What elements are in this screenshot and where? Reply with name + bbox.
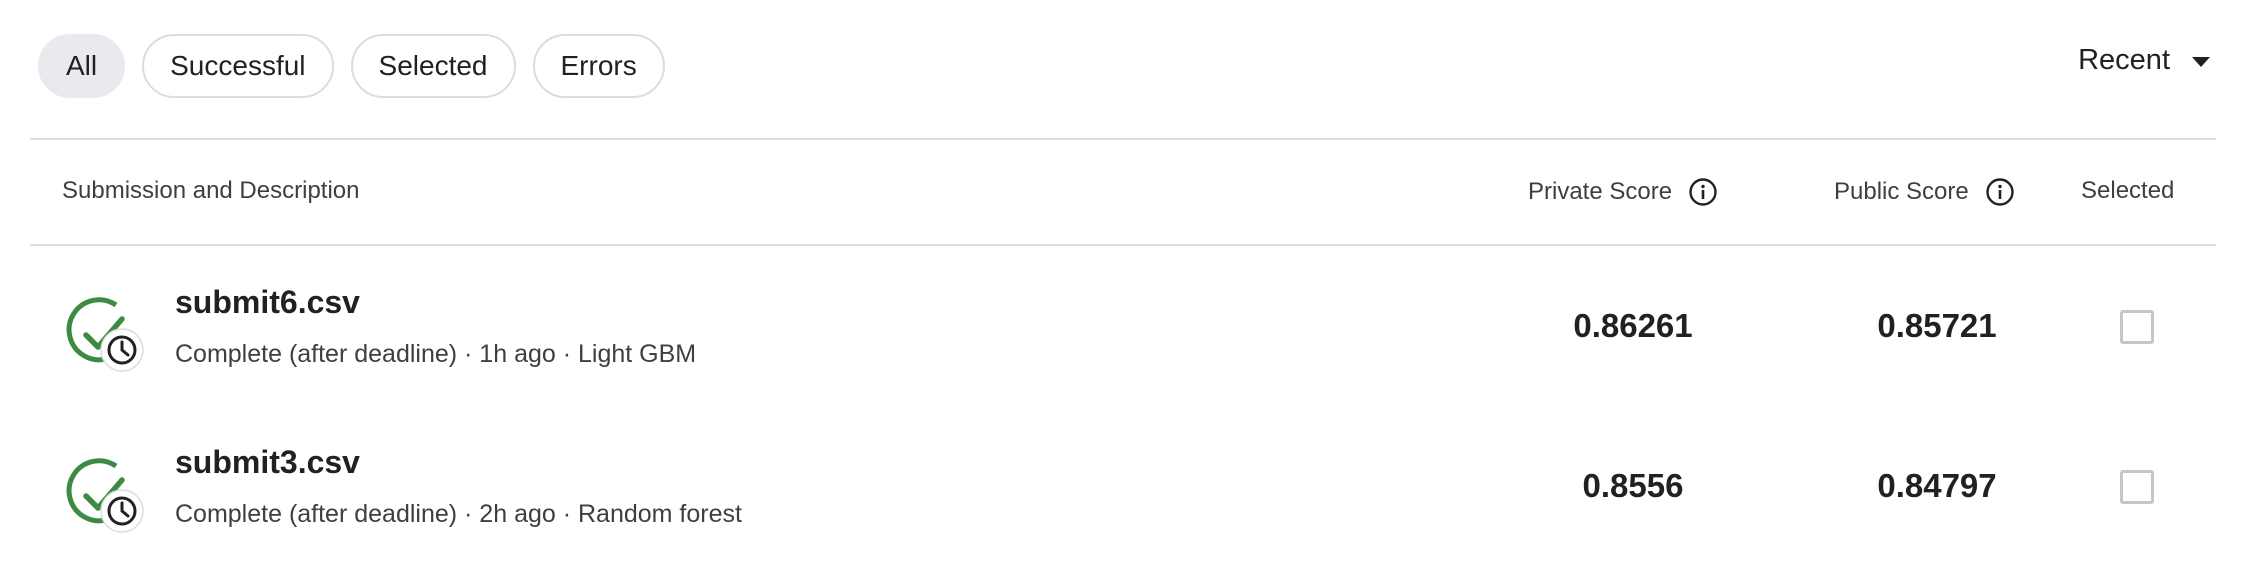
filter-successful-chip[interactable]: Successful (142, 34, 334, 98)
header-private-label: Private Score (1528, 178, 1673, 205)
header-submission: Submission and Description (62, 177, 359, 205)
submission-description: Complete (after deadline) · 1h ago · Lig… (175, 340, 697, 368)
table-row: submit6.csv Complete (after deadline) · … (0, 260, 2246, 420)
sort-dropdown[interactable]: Recent (2078, 44, 2210, 77)
header-public-label: Public Score (1834, 178, 1969, 205)
public-score: 0.84797 (1877, 467, 1997, 504)
private-score: 0.86261 (1573, 307, 1693, 344)
sort-label: Recent (2078, 44, 2170, 76)
info-icon[interactable] (1688, 177, 1718, 207)
public-score: 0.85721 (1877, 307, 1997, 344)
private-score: 0.8556 (1582, 467, 1684, 504)
submission-filename[interactable]: submit6.csv (175, 284, 360, 321)
header-private-score: Private Score (1528, 177, 1718, 207)
filter-selected-chip[interactable]: Selected (350, 34, 516, 98)
selected-checkbox[interactable] (2120, 310, 2154, 344)
divider (30, 244, 2216, 246)
submission-description: Complete (after deadline) · 2h ago · Ran… (175, 500, 742, 528)
selected-checkbox[interactable] (2120, 470, 2154, 504)
info-icon[interactable] (1985, 177, 2015, 207)
filter-errors-chip[interactable]: Errors (532, 34, 665, 98)
header-selected: Selected (2081, 177, 2174, 205)
header-selected-label: Selected (2081, 177, 2175, 204)
filter-chips: All Successful Selected Errors (38, 34, 665, 98)
table-row: submit3.csv Complete (after deadline) · … (0, 420, 2246, 572)
submission-filename[interactable]: submit3.csv (175, 444, 360, 481)
divider (30, 138, 2216, 140)
header-public-score: Public Score (1834, 177, 2015, 207)
success-clock-icon (66, 297, 144, 372)
caret-down-icon (2192, 56, 2210, 67)
header-submission-label: Submission and Description (62, 177, 360, 204)
filter-all-chip[interactable]: All (38, 34, 126, 98)
success-clock-icon (66, 458, 144, 533)
